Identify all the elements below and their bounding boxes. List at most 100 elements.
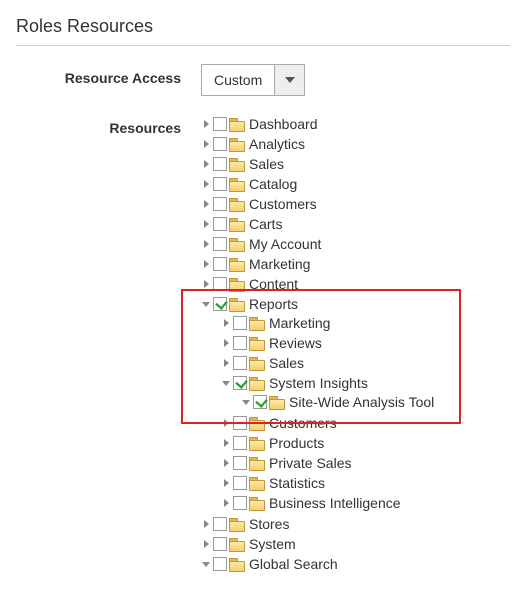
expand-toggle-icon[interactable] xyxy=(201,279,211,289)
checkbox-marketing[interactable] xyxy=(213,257,227,271)
collapse-toggle-icon[interactable] xyxy=(241,397,251,407)
expand-toggle-icon[interactable] xyxy=(201,119,211,129)
checkbox-stores[interactable] xyxy=(213,517,227,531)
checkbox-customers[interactable] xyxy=(233,416,247,430)
resources-tree: Dashboard Analytics Sales Catalog Customers C… xyxy=(201,114,510,574)
expand-toggle-icon[interactable] xyxy=(221,358,231,368)
checkbox-system[interactable] xyxy=(213,537,227,551)
checkbox-carts[interactable] xyxy=(213,217,227,231)
tree-node-label[interactable]: Products xyxy=(269,434,324,452)
expand-toggle-icon[interactable] xyxy=(201,199,211,209)
tree-node-label[interactable]: My Account xyxy=(249,235,321,253)
checkbox-statistics[interactable] xyxy=(233,476,247,490)
divider xyxy=(16,45,510,46)
tree-node-analytics: Analytics xyxy=(201,134,510,154)
checkbox-content[interactable] xyxy=(213,277,227,291)
checkbox-business-intelligence[interactable] xyxy=(233,496,247,510)
tree-node-content: Content xyxy=(201,274,510,294)
expand-toggle-icon[interactable] xyxy=(201,159,211,169)
checkbox-customers[interactable] xyxy=(213,197,227,211)
tree-node-label[interactable]: System Insights xyxy=(269,374,368,392)
collapse-toggle-icon[interactable] xyxy=(201,299,211,309)
tree-node-label[interactable]: Reports xyxy=(249,295,298,313)
folder-icon xyxy=(229,237,245,251)
tree-node-label[interactable]: Carts xyxy=(249,215,282,233)
tree-node-label[interactable]: Content xyxy=(249,275,298,293)
tree-node-label[interactable]: Global Search xyxy=(249,555,338,573)
tree-node-label[interactable]: Analytics xyxy=(249,135,305,153)
checkbox-reports[interactable] xyxy=(213,297,227,311)
expand-toggle-icon[interactable] xyxy=(201,239,211,249)
tree-node-reviews: Reviews xyxy=(221,333,510,353)
tree-node-label[interactable]: Customers xyxy=(249,195,317,213)
checkbox-system-insights[interactable] xyxy=(233,376,247,390)
tree-node-sales: Sales xyxy=(221,353,510,373)
tree-node-label[interactable]: Reviews xyxy=(269,334,322,352)
expand-toggle-icon[interactable] xyxy=(201,139,211,149)
folder-icon xyxy=(249,356,265,370)
checkbox-global-search[interactable] xyxy=(213,557,227,571)
folder-icon xyxy=(229,157,245,171)
tree-node-label[interactable]: Catalog xyxy=(249,175,297,193)
checkbox-reviews[interactable] xyxy=(233,336,247,350)
tree-node-site-wide-analysis-tool: Site-Wide Analysis Tool xyxy=(241,392,510,412)
checkbox-my-account[interactable] xyxy=(213,237,227,251)
expand-toggle-icon[interactable] xyxy=(201,519,211,529)
tree-node-catalog: Catalog xyxy=(201,174,510,194)
tree-node-label[interactable]: Sales xyxy=(249,155,284,173)
tree-node-label[interactable]: Private Sales xyxy=(269,454,351,472)
tree-node-label[interactable]: Marketing xyxy=(249,255,310,273)
checkbox-sales[interactable] xyxy=(213,157,227,171)
checkbox-analytics[interactable] xyxy=(213,137,227,151)
expand-toggle-icon[interactable] xyxy=(201,179,211,189)
tree-node-stores: Stores xyxy=(201,514,510,534)
expand-toggle-icon[interactable] xyxy=(221,418,231,428)
expand-toggle-icon[interactable] xyxy=(201,259,211,269)
expand-toggle-icon[interactable] xyxy=(221,438,231,448)
tree-node-global-search: Global Search xyxy=(201,554,510,574)
expand-toggle-icon[interactable] xyxy=(201,539,211,549)
checkbox-dashboard[interactable] xyxy=(213,117,227,131)
folder-icon xyxy=(249,496,265,510)
expand-toggle-icon[interactable] xyxy=(221,458,231,468)
tree-node-label[interactable]: Customers xyxy=(269,414,337,432)
expand-toggle-icon[interactable] xyxy=(221,498,231,508)
checkbox-catalog[interactable] xyxy=(213,177,227,191)
tree-node-private-sales: Private Sales xyxy=(221,453,510,473)
folder-icon xyxy=(249,456,265,470)
tree-node-customers: Customers xyxy=(221,413,510,433)
section-title: Roles Resources xyxy=(16,16,510,37)
tree-node-reports: ReportsMarketingReviewsSalesSystem Insig… xyxy=(201,294,510,514)
collapse-toggle-icon[interactable] xyxy=(201,559,211,569)
expand-toggle-icon[interactable] xyxy=(221,338,231,348)
checkbox-sales[interactable] xyxy=(233,356,247,370)
tree-node-label[interactable]: Stores xyxy=(249,515,289,533)
checkbox-site-wide-analysis-tool[interactable] xyxy=(253,395,267,409)
tree-node-label[interactable]: Site-Wide Analysis Tool xyxy=(289,393,434,411)
tree-node-products: Products xyxy=(221,433,510,453)
tree-node-label[interactable]: Dashboard xyxy=(249,115,318,133)
collapse-toggle-icon[interactable] xyxy=(221,378,231,388)
folder-icon xyxy=(229,217,245,231)
resource-access-label: Resource Access xyxy=(16,64,201,86)
tree-node-label[interactable]: Statistics xyxy=(269,474,325,492)
expand-toggle-icon[interactable] xyxy=(221,478,231,488)
tree-node-label[interactable]: Sales xyxy=(269,354,304,372)
tree-node-label[interactable]: Marketing xyxy=(269,314,330,332)
tree-node-system-insights: System InsightsSite-Wide Analysis Tool xyxy=(221,373,510,413)
folder-icon xyxy=(229,257,245,271)
expand-toggle-icon[interactable] xyxy=(221,318,231,328)
tree-node-label[interactable]: System xyxy=(249,535,296,553)
tree-node-marketing: Marketing xyxy=(201,254,510,274)
folder-icon xyxy=(249,376,265,390)
resource-access-select[interactable]: Custom xyxy=(201,64,305,96)
expand-toggle-icon[interactable] xyxy=(201,219,211,229)
resource-access-row: Resource Access Custom xyxy=(16,64,510,96)
tree-node-dashboard: Dashboard xyxy=(201,114,510,134)
tree-node-label[interactable]: Business Intelligence xyxy=(269,494,401,512)
folder-icon xyxy=(229,277,245,291)
checkbox-marketing[interactable] xyxy=(233,316,247,330)
checkbox-private-sales[interactable] xyxy=(233,456,247,470)
folder-icon xyxy=(249,476,265,490)
checkbox-products[interactable] xyxy=(233,436,247,450)
